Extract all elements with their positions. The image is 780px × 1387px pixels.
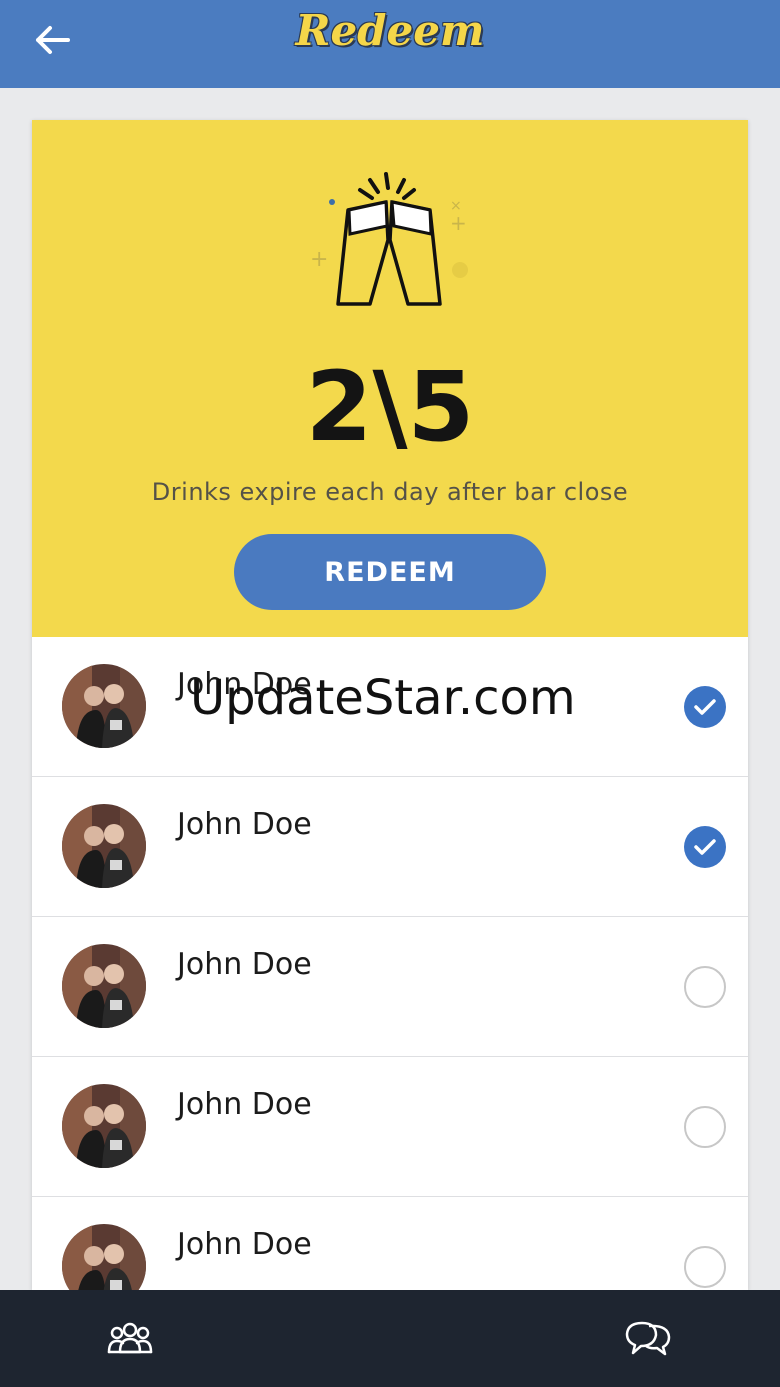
checked-circle-icon[interactable] <box>684 686 726 728</box>
watermark-text: UpdateStar.com <box>190 670 576 726</box>
group-icon <box>107 1322 153 1354</box>
svg-text:+: + <box>310 247 328 272</box>
cheers-beer-icon: + + × <box>310 172 468 306</box>
friend-name: John Doe <box>177 807 312 842</box>
friend-name: John Doe <box>177 1087 312 1122</box>
drinks-counter: 2\5 <box>305 351 475 463</box>
friend-row[interactable]: John Doe <box>32 777 748 917</box>
redeem-button[interactable]: REDEEM <box>234 534 546 610</box>
avatar <box>62 1084 146 1168</box>
avatar <box>62 664 146 748</box>
expiry-note: Drinks expire each day after bar close <box>151 478 629 506</box>
page-title: Redeem <box>295 6 485 55</box>
bottom-nav-bar <box>0 1290 780 1387</box>
friend-row[interactable]: John Doe <box>32 917 748 1057</box>
friends-tab[interactable] <box>100 1308 160 1368</box>
unchecked-circle-icon[interactable] <box>684 966 726 1008</box>
friend-row[interactable]: John Doe <box>32 1197 748 1290</box>
unchecked-circle-icon[interactable] <box>684 1106 726 1148</box>
chat-bubbles-icon <box>625 1321 671 1356</box>
friends-list: John Doe John Doe John Doe John Doe John… <box>32 637 748 1290</box>
friend-row[interactable]: John Doe <box>32 1057 748 1197</box>
avatar <box>62 804 146 888</box>
avatar <box>62 944 146 1028</box>
drinks-panel: + + × 2\5 Drinks expire each day after b… <box>32 120 748 637</box>
svg-text:+: + <box>450 211 467 235</box>
top-bar: Redeem <box>0 0 780 88</box>
unchecked-circle-icon[interactable] <box>684 1246 726 1288</box>
avatar <box>62 1224 146 1290</box>
friend-name: John Doe <box>177 1227 312 1262</box>
checked-circle-icon[interactable] <box>684 826 726 868</box>
messages-tab[interactable] <box>618 1308 678 1368</box>
svg-text:×: × <box>450 198 462 214</box>
friend-name: John Doe <box>177 947 312 982</box>
